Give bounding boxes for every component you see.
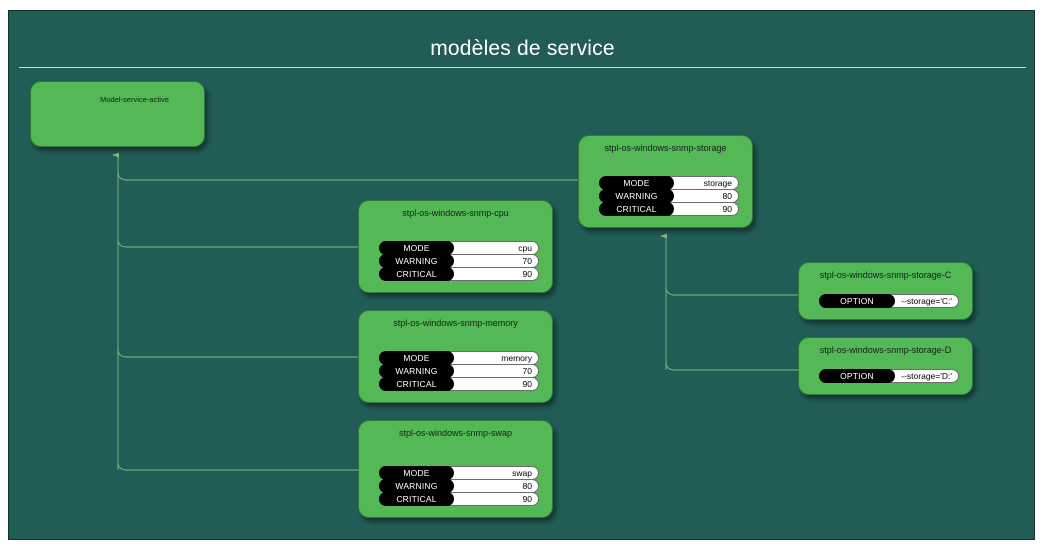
field-value[interactable]: cpu — [440, 241, 539, 255]
field-row: MODE memory — [379, 351, 539, 365]
diagram-canvas: modèles de service Model-service-active … — [0, 0, 1044, 551]
field-value[interactable]: 70 — [440, 364, 539, 378]
field-row: MODE storage — [599, 176, 739, 190]
field-value[interactable]: 70 — [440, 254, 539, 268]
field-value[interactable]: 90 — [440, 377, 539, 391]
field-key: WARNING — [379, 254, 454, 268]
node-title: Model-service-active — [100, 95, 169, 104]
field-row: OPTION --storage='C:' — [819, 294, 959, 308]
node-fields: MODE memory WARNING 70 CRITICAL 90 — [379, 351, 539, 391]
field-key: MODE — [379, 351, 454, 365]
field-key: WARNING — [379, 364, 454, 378]
field-key: CRITICAL — [379, 267, 454, 281]
node-fields: MODE cpu WARNING 70 CRITICAL 90 — [379, 241, 539, 281]
field-row: WARNING 80 — [379, 479, 539, 493]
node-stpl-os-windows-snmp-storage-c[interactable]: stpl-os-windows-snmp-storage-C OPTION --… — [798, 262, 973, 320]
field-key: CRITICAL — [379, 492, 454, 506]
field-row: WARNING 80 — [599, 189, 739, 203]
field-key: MODE — [379, 241, 454, 255]
page-title: modèles de service — [430, 37, 615, 60]
node-fields: MODE swap WARNING 80 CRITICAL 90 — [379, 466, 539, 506]
field-row: CRITICAL 90 — [379, 267, 539, 281]
field-row: CRITICAL 90 — [379, 377, 539, 391]
field-row: WARNING 70 — [379, 364, 539, 378]
field-key: MODE — [379, 466, 454, 480]
field-value[interactable]: memory — [440, 351, 539, 365]
field-row: MODE swap — [379, 466, 539, 480]
node-stpl-os-windows-snmp-swap[interactable]: stpl-os-windows-snmp-swap MODE swap WARN… — [358, 420, 553, 518]
node-title: stpl-os-windows-snmp-cpu — [402, 208, 509, 218]
field-value[interactable]: swap — [440, 466, 539, 480]
field-key: WARNING — [379, 479, 454, 493]
node-model-service-active[interactable]: Model-service-active — [30, 81, 205, 147]
field-value[interactable]: 90 — [440, 267, 539, 281]
field-key: CRITICAL — [599, 202, 674, 216]
node-stpl-os-windows-snmp-storage[interactable]: stpl-os-windows-snmp-storage MODE storag… — [578, 135, 753, 228]
node-title: stpl-os-windows-snmp-storage — [604, 143, 727, 153]
field-key: WARNING — [599, 189, 674, 203]
field-key: CRITICAL — [379, 377, 454, 391]
field-row: WARNING 70 — [379, 254, 539, 268]
title-divider — [19, 67, 1026, 68]
node-fields: OPTION --storage='C:' — [819, 294, 959, 308]
node-fields: OPTION --storage='D:' — [819, 369, 959, 383]
node-title: stpl-os-windows-snmp-swap — [398, 428, 513, 438]
field-row: OPTION --storage='D:' — [819, 369, 959, 383]
field-row: MODE cpu — [379, 241, 539, 255]
node-title: stpl-os-windows-snmp-storage-C — [819, 270, 952, 280]
field-key: OPTION — [819, 369, 895, 383]
node-stpl-os-windows-snmp-storage-d[interactable]: stpl-os-windows-snmp-storage-D OPTION --… — [798, 337, 973, 395]
node-fields: MODE storage WARNING 80 CRITICAL 90 — [599, 176, 739, 216]
field-row: CRITICAL 90 — [379, 492, 539, 506]
field-value[interactable]: 90 — [440, 492, 539, 506]
field-value[interactable]: 80 — [440, 479, 539, 493]
field-row: CRITICAL 90 — [599, 202, 739, 216]
field-key: MODE — [599, 176, 674, 190]
node-stpl-os-windows-snmp-cpu[interactable]: stpl-os-windows-snmp-cpu MODE cpu WARNIN… — [358, 200, 553, 293]
node-title: stpl-os-windows-snmp-memory — [393, 318, 518, 328]
node-stpl-os-windows-snmp-memory[interactable]: stpl-os-windows-snmp-memory MODE memory … — [358, 310, 553, 403]
node-title: stpl-os-windows-snmp-storage-D — [819, 345, 952, 355]
field-key: OPTION — [819, 294, 895, 308]
